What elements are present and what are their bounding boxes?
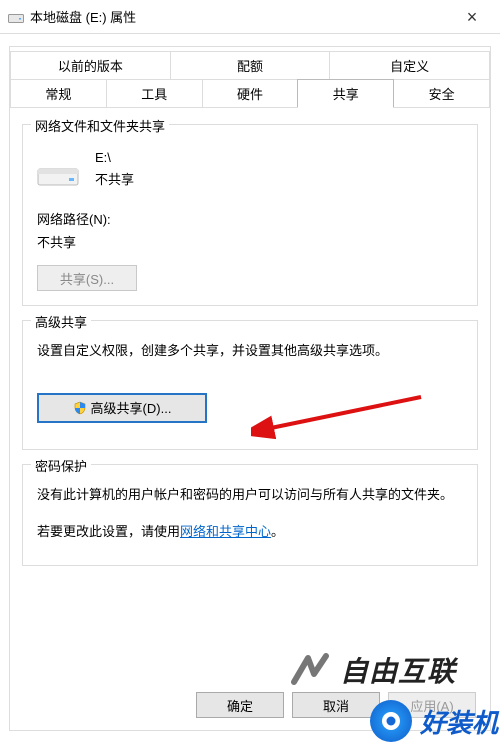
tab-previous-versions[interactable]: 以前的版本 (10, 51, 171, 79)
group-password-title: 密码保护 (31, 456, 91, 475)
window-title: 本地磁盘 (E:) 属性 (30, 7, 452, 26)
tab-general[interactable]: 常规 (10, 79, 107, 108)
group-network-share: 网络文件和文件夹共享 E:\ 不共享 网络路径(N): 不共享 共享(S)... (22, 124, 478, 306)
cancel-button[interactable]: 取消 (292, 692, 380, 718)
password-desc: 没有此计算机的用户帐户和密码的用户可以访问与所有人共享的文件夹。 (37, 483, 463, 506)
tab-security[interactable]: 安全 (393, 79, 490, 108)
network-sharing-center-link[interactable]: 网络和共享中心 (180, 524, 271, 539)
tab-tools[interactable]: 工具 (106, 79, 203, 108)
advanced-share-button[interactable]: 高级共享(D)... (37, 393, 207, 423)
drive-icon-small (8, 11, 24, 23)
password-desc2-suffix: 。 (271, 524, 284, 539)
tab-custom[interactable]: 自定义 (329, 51, 490, 79)
arrow-annotation (251, 389, 431, 449)
titlebar: 本地磁盘 (E:) 属性 × (0, 0, 500, 34)
group-advanced-share: 高级共享 设置自定义权限，创建多个共享，并设置其他高级共享选项。 高级共享(D)… (22, 320, 478, 449)
tab-sharing[interactable]: 共享 (297, 79, 394, 108)
advanced-share-button-label: 高级共享(D)... (91, 398, 172, 417)
ok-button[interactable]: 确定 (196, 692, 284, 718)
group-network-share-title: 网络文件和文件夹共享 (31, 116, 169, 135)
dialog-content: 以前的版本 配额 自定义 常规 工具 硬件 共享 安全 网络文件和文件夹共享 (9, 46, 491, 731)
tab-hardware[interactable]: 硬件 (202, 79, 299, 108)
password-desc2-prefix: 若要更改此设置，请使用 (37, 524, 180, 539)
share-button[interactable]: 共享(S)... (37, 265, 137, 291)
network-path-label: 网络路径(N): (37, 209, 463, 228)
group-advanced-share-title: 高级共享 (31, 312, 91, 331)
dialog-buttons: 确定 取消 应用(A) (196, 692, 476, 718)
tab-strip: 以前的版本 配额 自定义 常规 工具 硬件 共享 安全 (10, 47, 490, 108)
share-state: 不共享 (95, 169, 134, 191)
drive-icon (37, 157, 79, 187)
network-path-value: 不共享 (37, 232, 463, 251)
group-password-protect: 密码保护 没有此计算机的用户帐户和密码的用户可以访问与所有人共享的文件夹。 若要… (22, 464, 478, 567)
shield-icon (73, 401, 87, 415)
tab-quota[interactable]: 配额 (170, 51, 331, 79)
drive-letter: E:\ (95, 147, 134, 169)
apply-button[interactable]: 应用(A) (388, 692, 476, 718)
advanced-share-desc: 设置自定义权限，创建多个共享，并设置其他高级共享选项。 (37, 339, 463, 362)
close-button[interactable]: × (452, 8, 492, 26)
